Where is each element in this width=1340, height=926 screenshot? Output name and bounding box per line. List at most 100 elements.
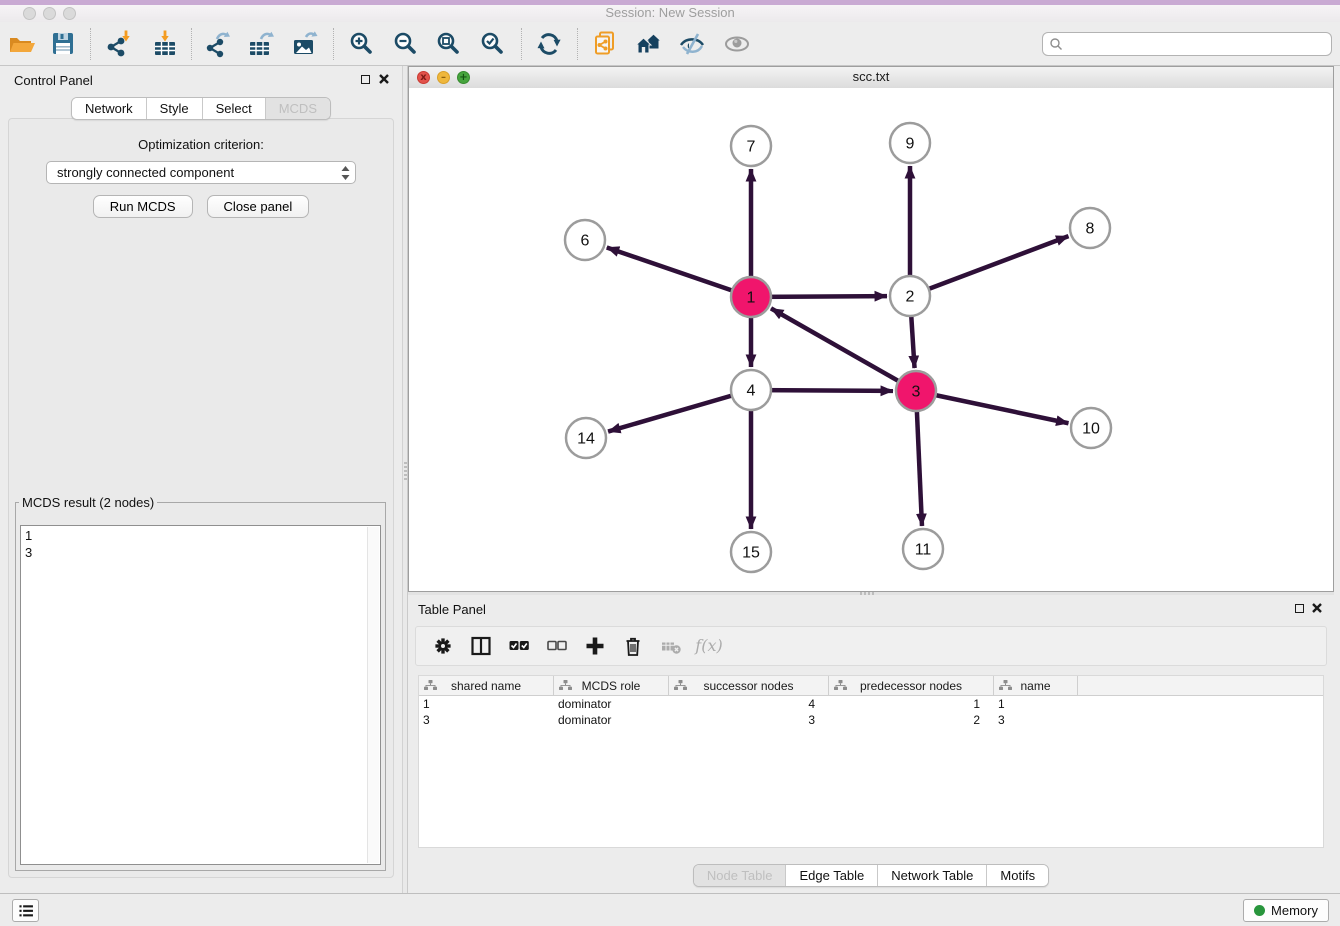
table-cell: 4 xyxy=(669,697,829,711)
tab-select[interactable]: Select xyxy=(202,98,265,119)
control-panel-tabs-row: NetworkStyleSelectMCDS xyxy=(0,97,402,120)
close-panel-icon[interactable] xyxy=(378,73,390,85)
table-panel-title: Table Panel xyxy=(418,602,486,617)
refresh-icon xyxy=(534,29,564,59)
graph-edge-2-8[interactable] xyxy=(910,236,1068,296)
tab-edge-table[interactable]: Edge Table xyxy=(785,865,877,886)
result-line: 3 xyxy=(25,544,376,561)
toolbar-separator xyxy=(90,28,91,60)
hide-panels-button[interactable] xyxy=(675,27,709,61)
result-scrollbar[interactable] xyxy=(367,527,379,863)
graph-edge-3-1[interactable] xyxy=(771,308,916,391)
search-input[interactable] xyxy=(1067,35,1325,52)
network-canvas[interactable]: 1234678910111415 xyxy=(409,88,1333,591)
control-panel-header: Control Panel xyxy=(0,66,402,94)
graph-node-label: 3 xyxy=(912,384,921,401)
network-from-file-button[interactable] xyxy=(588,27,622,61)
tab-motifs[interactable]: Motifs xyxy=(986,865,1048,886)
mcds-result-textarea[interactable]: 13 xyxy=(20,525,381,865)
save-session-button[interactable] xyxy=(46,27,80,61)
apply-layout-button[interactable] xyxy=(532,27,566,61)
table-tabs-row: Node TableEdge TableNetwork TableMotifs xyxy=(408,864,1334,887)
criterion-value: strongly connected component xyxy=(57,165,234,180)
tab-node-table[interactable]: Node Table xyxy=(694,865,786,886)
export-network-button[interactable] xyxy=(201,27,235,61)
toolbar-separator xyxy=(191,28,192,60)
table-cell: 1 xyxy=(829,697,994,711)
open-folder-icon xyxy=(7,29,37,59)
table-settings-button[interactable] xyxy=(424,629,462,663)
deselect-all-button[interactable] xyxy=(538,629,576,663)
column-header-shared-name[interactable]: shared name xyxy=(419,676,554,695)
graph-node-label: 15 xyxy=(742,545,760,562)
table-cell: 1 xyxy=(994,697,1078,711)
import-table-button[interactable] xyxy=(148,27,182,61)
column-header-name[interactable]: name xyxy=(994,676,1078,695)
mcds-result-lines: 13 xyxy=(21,526,380,562)
tab-style[interactable]: Style xyxy=(146,98,202,119)
function-builder-button: f(x) xyxy=(690,629,728,663)
float-panel-icon[interactable] xyxy=(1295,604,1304,613)
export-image-button[interactable] xyxy=(288,27,322,61)
zoom-out-button[interactable] xyxy=(389,27,423,61)
zoom-fit-button[interactable] xyxy=(432,27,466,61)
select-stepper-icon xyxy=(341,165,350,181)
graph-edge-3-10[interactable] xyxy=(916,391,1068,423)
task-history-button[interactable] xyxy=(12,899,39,922)
graph-edge-4-3[interactable] xyxy=(751,390,893,391)
table-row[interactable]: 1dominator411 xyxy=(419,696,1323,712)
network-window-titlebar: x – + scc.txt xyxy=(409,67,1333,89)
search-box[interactable] xyxy=(1042,32,1332,56)
mcds-result-group: MCDS result (2 nodes) 13 xyxy=(15,495,386,871)
graph-node-label: 10 xyxy=(1082,421,1100,438)
gear-icon xyxy=(431,634,455,658)
run-mcds-button[interactable]: Run MCDS xyxy=(93,195,193,218)
memory-button[interactable]: Memory xyxy=(1243,899,1329,922)
tab-mcds[interactable]: MCDS xyxy=(265,98,330,119)
close-panel-icon[interactable] xyxy=(1311,602,1323,614)
control-panel-title: Control Panel xyxy=(14,73,93,88)
function-icon: f(x) xyxy=(692,634,726,658)
mcds-panel: Optimization criterion: strongly connect… xyxy=(8,118,394,878)
control-panel: Control Panel NetworkStyleSelectMCDS Opt… xyxy=(0,66,402,893)
delete-columns-button[interactable] xyxy=(614,629,652,663)
right-column: x – + scc.txt 1234678910111415 Table Pan… xyxy=(408,66,1334,893)
table-header-row: shared nameMCDS rolesuccessor nodesprede… xyxy=(419,676,1323,696)
tab-network[interactable]: Network xyxy=(72,98,146,119)
main-region: Control Panel NetworkStyleSelectMCDS Opt… xyxy=(0,66,1340,893)
table-cell: 1 xyxy=(419,697,554,711)
column-header-predecessor-nodes[interactable]: predecessor nodes xyxy=(829,676,994,695)
show-panels-button xyxy=(720,27,754,61)
column-header-successor-nodes[interactable]: successor nodes xyxy=(669,676,829,695)
zoom-in-button[interactable] xyxy=(345,27,379,61)
criterion-select[interactable]: strongly connected component xyxy=(46,161,356,184)
graph-edge-1-6[interactable] xyxy=(607,247,751,297)
split-panel-button[interactable] xyxy=(462,629,500,663)
tab-network-table[interactable]: Network Table xyxy=(877,865,986,886)
column-header-mcds-role[interactable]: MCDS role xyxy=(554,676,669,695)
graph-edge-4-14[interactable] xyxy=(608,390,751,432)
show-home-button[interactable] xyxy=(632,27,666,61)
table-row[interactable]: 3dominator323 xyxy=(419,712,1323,728)
select-all-button[interactable] xyxy=(500,629,538,663)
network-document-icon xyxy=(590,29,620,59)
export-table-button[interactable] xyxy=(244,27,278,61)
export-network-icon xyxy=(203,29,233,59)
zoom-selected-button[interactable] xyxy=(476,27,510,61)
node-table: shared nameMCDS rolesuccessor nodesprede… xyxy=(418,675,1324,848)
open-session-button[interactable] xyxy=(5,27,39,61)
delete-table-button xyxy=(652,629,690,663)
toolbar-separator xyxy=(577,28,578,60)
graph-node-label: 2 xyxy=(906,289,915,306)
mcds-result-title: MCDS result (2 nodes) xyxy=(19,495,157,510)
control-panel-tabs: NetworkStyleSelectMCDS xyxy=(71,97,331,120)
import-network-button[interactable] xyxy=(101,27,135,61)
close-panel-button[interactable]: Close panel xyxy=(207,195,310,218)
add-column-button[interactable] xyxy=(576,629,614,663)
splitter-grip[interactable] xyxy=(404,462,407,480)
import-network-icon xyxy=(103,29,133,59)
graph-node-label: 1 xyxy=(747,290,756,307)
list-icon xyxy=(17,902,35,920)
toolbar-separator xyxy=(333,28,334,60)
float-panel-icon[interactable] xyxy=(361,75,370,84)
